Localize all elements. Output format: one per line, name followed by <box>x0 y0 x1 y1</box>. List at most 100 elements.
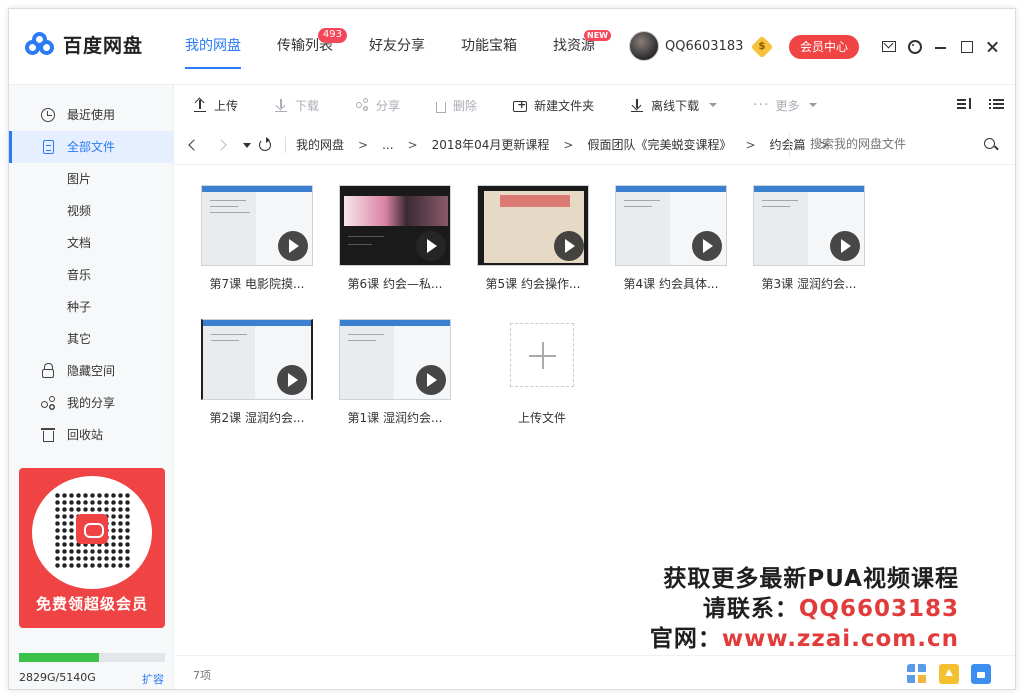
sidebar-item-recent[interactable]: 最近使用 <box>9 99 173 131</box>
refresh-icon[interactable] <box>253 133 277 157</box>
username[interactable]: QQ6603183 <box>665 39 743 54</box>
avatar[interactable] <box>629 31 659 61</box>
offline-download-button[interactable]: 离线下载 <box>630 97 718 114</box>
sidebar-item-label: 种子 <box>67 300 92 314</box>
file-tile[interactable]: 第7课 电影院摸... <box>197 177 317 301</box>
file-tile[interactable]: 第2课 湿润约会... <box>197 311 317 435</box>
new-folder-button[interactable]: 新建文件夹 <box>513 97 594 114</box>
window-controls <box>875 37 1005 57</box>
breadcrumb-separator: > <box>563 137 574 152</box>
video-thumbnail <box>201 319 313 400</box>
search-box <box>789 133 1009 157</box>
sidebar-item-label: 图片 <box>67 172 92 186</box>
qr-code-image <box>32 476 152 589</box>
sidebar-item-documents[interactable]: 文档 <box>9 227 173 259</box>
safe-box-icon[interactable] <box>971 664 991 684</box>
minimize-icon[interactable] <box>929 37 953 57</box>
user-profile[interactable]: QQ6603183 <box>629 31 743 61</box>
upload-file-label: 上传文件 <box>517 411 566 425</box>
settings-gear-icon[interactable] <box>903 37 927 57</box>
breadcrumb-item[interactable]: ... <box>382 138 393 152</box>
watermark-site-label: 官网： <box>649 626 722 652</box>
sidebar-item-my-shares[interactable]: 我的分享 <box>9 387 173 419</box>
file-tile[interactable]: 第3课 湿润约会... <box>749 177 869 301</box>
upload-button[interactable]: 上传 <box>193 97 238 114</box>
video-thumbnail <box>477 185 589 266</box>
sidebar-item-label: 回收站 <box>67 428 104 442</box>
storage-progress-bar <box>19 653 165 662</box>
video-thumbnail <box>201 185 313 266</box>
sidebar-item-all-files[interactable]: 全部文件 <box>9 131 173 163</box>
maximize-icon[interactable] <box>955 37 979 57</box>
play-icon <box>692 231 722 261</box>
delete-button[interactable]: 删除 <box>436 97 477 114</box>
view-controls <box>943 97 1007 113</box>
breadcrumb-item[interactable]: 假面团队《完美蜕变课程》 <box>587 136 731 153</box>
sidebar-item-label: 文档 <box>67 236 92 250</box>
nav-transfer-list[interactable]: 传输列表 493 <box>277 9 347 85</box>
search-input[interactable] <box>810 137 980 151</box>
sidebar-item-music[interactable]: 音乐 <box>9 259 173 291</box>
upload-file-tile[interactable]: 上传文件 <box>482 311 602 435</box>
watermark-line-3: 官网：www.zzai.com.cn <box>650 619 959 653</box>
file-tile[interactable]: 第4课 约会具体... <box>611 177 731 301</box>
video-thumbnail <box>615 185 727 266</box>
upload-arrow-icon[interactable] <box>939 664 959 684</box>
sidebar-item-videos[interactable]: 视频 <box>9 195 173 227</box>
file-name: 第5课 约会操作... <box>485 277 581 291</box>
breadcrumb-item[interactable]: 我的网盘 <box>296 136 344 153</box>
sidebar-item-torrents[interactable]: 种子 <box>9 291 173 323</box>
share-button[interactable]: 分享 <box>355 97 400 114</box>
sidebar-item-label: 隐藏空间 <box>67 364 116 378</box>
sidebar-item-label: 全部文件 <box>67 140 116 154</box>
file-tile[interactable]: 第6课 约会—私... <box>335 177 455 301</box>
toolbar: 上传 下载 分享 删除 新建文件夹 离线下载 ··· 更多 <box>175 85 1015 125</box>
file-tile[interactable]: 第5课 约会操作... <box>473 177 593 301</box>
promo-banner[interactable]: 免费领超级会员 <box>19 468 165 628</box>
more-dots-icon: ··· <box>753 97 770 113</box>
expand-storage-link[interactable]: 扩容 <box>142 671 164 687</box>
sidebar-item-label: 其它 <box>67 332 92 346</box>
status-bar-icons <box>895 664 991 684</box>
sidebar-item-images[interactable]: 图片 <box>9 163 173 195</box>
member-center-button[interactable]: 会员中心 <box>789 35 859 59</box>
file-tile[interactable]: 第1课 湿润约会... <box>335 311 455 435</box>
sidebar-item-recycle-bin[interactable]: 回收站 <box>9 419 173 451</box>
breadcrumb: 我的网盘 > ... > 2018年04月更新课程 > 假面团队《完美蜕变课程》… <box>296 136 844 153</box>
history-dropdown-icon[interactable] <box>235 133 253 157</box>
play-icon <box>830 231 860 261</box>
sidebar-item-label: 最近使用 <box>67 108 116 122</box>
share-icon <box>41 396 55 410</box>
sidebar-item-other[interactable]: 其它 <box>9 323 173 355</box>
search-icon[interactable] <box>983 137 999 153</box>
upload-icon <box>193 98 207 112</box>
nav-toolbox[interactable]: 功能宝箱 <box>461 9 517 85</box>
path-bar: 我的网盘 > ... > 2018年04月更新课程 > 假面团队《完美蜕变课程》… <box>175 125 1015 165</box>
nav-label: 功能宝箱 <box>461 38 517 54</box>
mail-icon[interactable] <box>877 37 901 57</box>
nav-find-resources[interactable]: 找资源 NEW <box>553 9 611 85</box>
offline-download-label: 离线下载 <box>651 98 700 113</box>
vip-coin-icon[interactable]: $ <box>750 35 774 59</box>
sidebar-item-hidden-space[interactable]: 隐藏空间 <box>9 355 173 387</box>
download-icon <box>274 98 288 112</box>
storage-progress-fill <box>19 653 100 662</box>
video-thumbnail <box>753 185 865 266</box>
more-button[interactable]: ··· 更多 <box>753 97 818 114</box>
nav-my-disk[interactable]: 我的网盘 <box>185 9 241 85</box>
forward-icon[interactable] <box>211 133 235 157</box>
app-logo[interactable]: 百度网盘 <box>25 31 143 58</box>
app-window: 百度网盘 我的网盘 传输列表 493 好友分享 功能宝箱 找资源 NEW QQ6… <box>8 8 1016 690</box>
back-icon[interactable] <box>181 133 205 157</box>
close-icon[interactable] <box>981 37 1005 57</box>
nav-friend-share[interactable]: 好友分享 <box>369 9 425 85</box>
apps-grid-icon[interactable] <box>907 664 927 684</box>
sort-icon[interactable] <box>957 97 975 113</box>
file-name: 第4课 约会具体... <box>623 277 719 291</box>
sidebar-item-label: 我的分享 <box>67 396 116 410</box>
breadcrumb-item[interactable]: 2018年04月更新课程 <box>432 136 550 153</box>
download-button[interactable]: 下载 <box>274 97 319 114</box>
list-view-icon[interactable] <box>989 97 1007 113</box>
transfer-count-badge: 493 <box>317 28 347 43</box>
trash-icon <box>41 428 55 442</box>
